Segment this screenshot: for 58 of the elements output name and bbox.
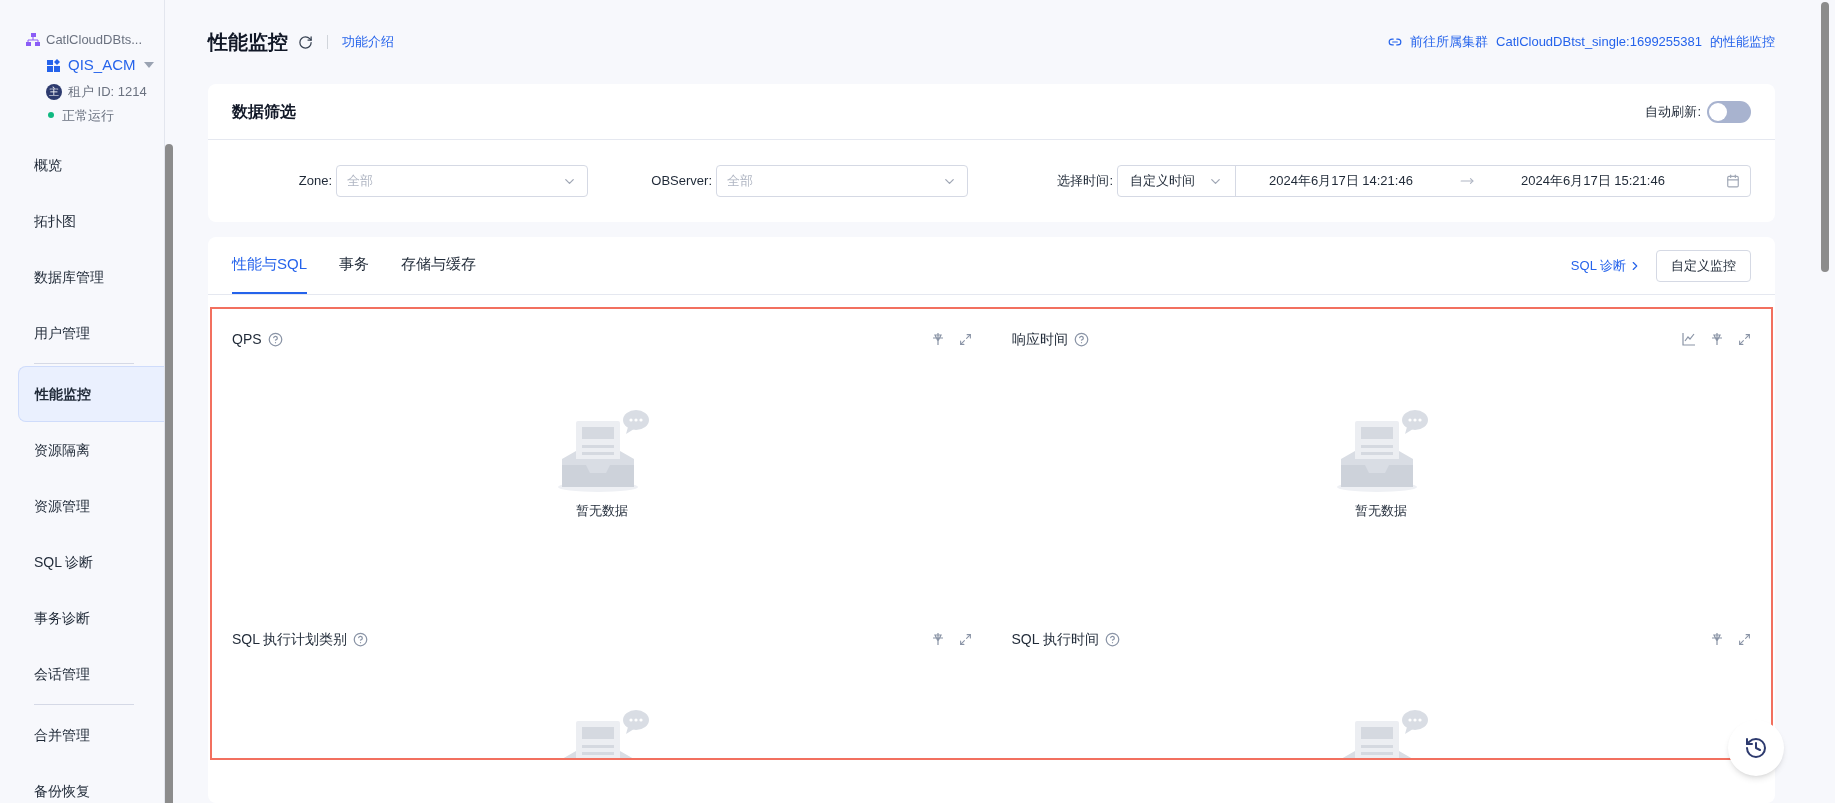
help-icon[interactable]	[1104, 631, 1120, 647]
sidebar-item[interactable]: 拓扑图	[18, 193, 164, 249]
intro-link[interactable]: 功能介绍	[342, 32, 394, 52]
page-title: 性能监控	[208, 30, 288, 55]
sidebar-item[interactable]: 性能监控	[18, 366, 164, 422]
refresh-icon[interactable]	[298, 34, 313, 50]
hierarchy-icon	[26, 32, 40, 47]
link-icon	[1388, 35, 1402, 49]
line-chart-icon[interactable]	[1682, 332, 1696, 346]
tab[interactable]: 存储与缓存	[401, 237, 476, 294]
sidebar-item[interactable]: 数据库管理	[18, 249, 164, 305]
caret-icon	[143, 61, 154, 68]
empty-text: 暂无数据	[575, 502, 628, 520]
sidebar-item[interactable]: 备份恢复	[18, 763, 164, 803]
help-icon[interactable]	[1073, 331, 1089, 347]
tenant-dropdown[interactable]: QIS_ACM	[68, 53, 154, 76]
sidebar-item[interactable]: 事务诊断	[18, 590, 164, 646]
scrollbar[interactable]	[1821, 2, 1829, 272]
empty-text: 暂无数据	[1355, 502, 1408, 520]
help-icon[interactable]	[267, 331, 283, 347]
history-icon	[1744, 736, 1768, 760]
auto-refresh-label: 自动刷新:	[1645, 102, 1701, 121]
cluster-name[interactable]: CatlCloudDBts...	[46, 30, 143, 50]
auto-refresh-switch[interactable]	[1707, 100, 1751, 123]
field-label: Zone:	[298, 172, 332, 191]
sidebar-item[interactable]: 合并管理	[18, 707, 164, 763]
sidebar-item[interactable]: 资源管理	[18, 478, 164, 534]
card-title: 数据筛选	[232, 101, 296, 122]
panel-title: 响应时间	[1011, 329, 1068, 349]
custom-monitor-button[interactable]: 自定义监控	[1656, 249, 1751, 282]
panel-title: SQL 执行计划类别	[232, 629, 348, 649]
tenant-id: 租户 ID: 1214	[68, 83, 147, 101]
tab[interactable]: 事务	[339, 237, 369, 294]
time-mode-select[interactable]: 自定义时间	[1118, 166, 1236, 196]
panel-title: SQL 执行时间	[1011, 629, 1099, 649]
panel-title: QPS	[232, 329, 262, 349]
sidebar-item[interactable]: SQL 诊断	[18, 534, 164, 590]
sidebar-item[interactable]: 用户管理	[18, 305, 164, 361]
status-text: 正常运行	[62, 106, 114, 125]
sidebar-item[interactable]: 资源隔离	[18, 422, 164, 478]
expand-icon[interactable]	[1738, 332, 1751, 346]
sql-diagnosis-link[interactable]: SQL 诊断	[1570, 255, 1642, 276]
sidebar-item[interactable]: 概览	[18, 137, 164, 193]
help-icon[interactable]	[353, 631, 369, 647]
field-label: OBServer:	[651, 172, 712, 191]
start-time[interactable]: 2024年6月17日 14:21:46	[1236, 171, 1446, 191]
expand-icon[interactable]	[1738, 632, 1751, 646]
tab[interactable]: 性能与SQL	[232, 237, 307, 294]
tenant-icon	[46, 56, 62, 73]
calendar-icon[interactable]	[1726, 174, 1740, 188]
tenant-badge: 主	[46, 83, 62, 100]
field-label: 选择时间:	[1057, 172, 1113, 191]
scrollbar[interactable]	[165, 144, 173, 803]
expand-icon[interactable]	[958, 332, 972, 346]
sidebar-item[interactable]: 会话管理	[18, 646, 164, 702]
end-time[interactable]: 2024年6月17日 15:21:46	[1488, 171, 1698, 191]
cluster-link[interactable]: 前往所属集群 CatlCloudDBtst_single:1699255381 的性能监控	[1388, 32, 1775, 52]
expand-icon[interactable]	[958, 632, 972, 646]
